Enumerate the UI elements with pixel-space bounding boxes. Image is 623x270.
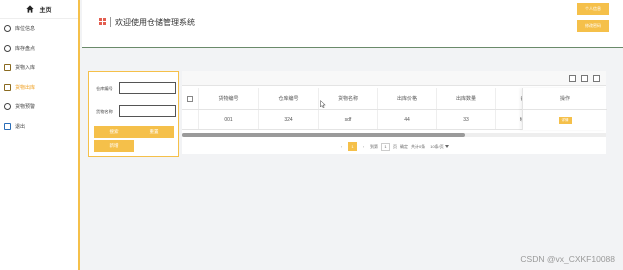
select-all-cell [182, 88, 198, 109]
profile-button[interactable]: 个人信息 [577, 3, 609, 15]
table-cell: 33 [436, 110, 495, 129]
sidebar-item-warning[interactable]: 货物预警 [0, 97, 78, 117]
col-header[interactable]: 出库数量 [436, 88, 495, 109]
mouse-cursor-icon [320, 100, 326, 108]
table-cell: 001 [198, 110, 258, 129]
sidebar: 主页 库位信息 库存盘点 货物入库 货物出库 货物预警 退出 [0, 0, 80, 270]
export-icon[interactable] [593, 75, 600, 82]
page-title: 欢迎使用仓储管理系统 [115, 18, 195, 27]
search-panel: 仓库编号 货物名称 搜索 重置 新增 [88, 71, 179, 157]
chevron-down-icon [444, 145, 449, 148]
sidebar-item-label: 货物出库 [15, 84, 36, 91]
clock-icon [4, 25, 11, 33]
warehouse-input[interactable] [119, 82, 176, 94]
page-number-current[interactable]: 1 [348, 142, 357, 151]
col-header[interactable]: 出库价格 [377, 88, 436, 109]
action-column: 操作 详情 [522, 88, 607, 130]
scrollbar-thumb[interactable] [182, 133, 465, 137]
sidebar-item-inventory[interactable]: 库存盘点 [0, 39, 78, 59]
sidebar-item-location[interactable]: 库位信息 [0, 19, 78, 39]
app-logo-icon [99, 18, 107, 27]
sidebar-home[interactable]: 主页 [0, 0, 78, 19]
page-size-select[interactable]: 10条/页 [428, 143, 451, 151]
detail-button[interactable]: 详情 [558, 116, 572, 124]
clock-icon [4, 103, 11, 111]
table-toolbar [182, 71, 606, 86]
sidebar-item-inbound[interactable]: 货物入库 [0, 58, 78, 78]
reset-button[interactable]: 重置 [134, 126, 174, 138]
pagination: ‹ 1 › 到第 1 页 确定 共计0条 10条/页 [338, 142, 451, 151]
table-cell: sdf [318, 110, 377, 129]
table-cell: 324 [258, 110, 318, 129]
sidebar-item-label: 退出 [15, 123, 26, 130]
sidebar-item-logout[interactable]: 退出 [0, 117, 78, 137]
goto-page-input[interactable]: 1 [381, 142, 390, 151]
col-header[interactable]: 货物名称 [318, 88, 377, 109]
goods-name-label: 货物名称 [96, 109, 113, 114]
page-size-value: 10条/页 [430, 143, 444, 149]
columns-icon[interactable] [569, 75, 576, 82]
clock-icon [4, 44, 11, 52]
header: 欢迎使用仓储管理系统 个人信息 修改密码 [82, 0, 623, 48]
change-password-button[interactable]: 修改密码 [577, 20, 609, 32]
goto-confirm-button[interactable]: 确定 [400, 144, 408, 150]
col-header-action: 操作 [523, 88, 607, 110]
page-unit-label: 页 [393, 143, 397, 149]
prev-page-icon[interactable]: ‹ [338, 144, 345, 149]
next-page-icon[interactable]: › [360, 144, 367, 149]
square-icon [4, 122, 11, 130]
file-icon [4, 64, 11, 72]
sidebar-home-label: 主页 [39, 7, 52, 14]
add-button[interactable]: 新增 [94, 140, 134, 152]
print-icon[interactable] [581, 75, 588, 82]
col-header[interactable]: 仓库编号 [258, 88, 318, 109]
col-header[interactable]: 货物编号 [198, 88, 258, 109]
sidebar-item-label: 货物预警 [15, 104, 36, 111]
warehouse-label: 仓库编号 [96, 86, 113, 91]
goods-name-input[interactable] [119, 105, 176, 117]
sidebar-item-outbound[interactable]: 货物出库 [0, 78, 78, 98]
select-all-checkbox[interactable] [187, 95, 193, 102]
sidebar-item-label: 库位信息 [15, 26, 36, 33]
file-icon [4, 83, 11, 91]
goto-label: 到第 [370, 143, 378, 149]
watermark: CSDN @vx_CXKF10088 [520, 254, 615, 264]
header-divider [110, 17, 111, 27]
sidebar-item-label: 库存盘点 [15, 45, 36, 52]
table-cell: 44 [377, 110, 436, 129]
action-cell: 详情 [523, 110, 607, 130]
search-button[interactable]: 搜索 [94, 126, 134, 138]
home-icon [26, 5, 35, 13]
sidebar-item-label: 货物入库 [15, 65, 36, 72]
row-select-cell [182, 110, 198, 129]
horizontal-scrollbar[interactable] [182, 133, 606, 137]
total-count: 共计0条 [411, 143, 426, 149]
